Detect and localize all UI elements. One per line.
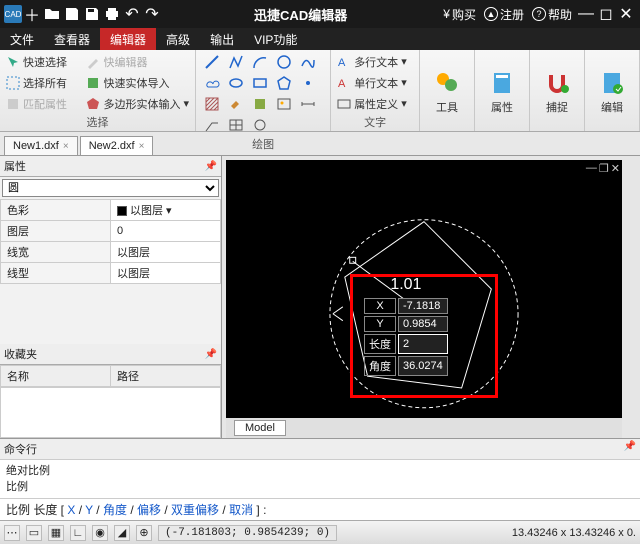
- drawing-canvas[interactable]: —❐✕ 1.01 X-7.1818Y0.9854长度2角度36.0274: [226, 160, 622, 418]
- prompt-option[interactable]: X: [67, 503, 75, 517]
- polyline-tool-icon[interactable]: [226, 52, 246, 72]
- ribbon: 快速选择 选择所有 匹配属性 快编辑器 快速实体导入 多边形实体输入▾ 选择: [0, 50, 640, 132]
- svg-text:A: A: [338, 57, 346, 69]
- cloud-tool-icon[interactable]: [202, 73, 222, 93]
- undo-icon[interactable]: ↶: [122, 4, 142, 24]
- minimize-icon[interactable]: —: [576, 4, 596, 24]
- print-icon[interactable]: [102, 4, 122, 24]
- command-line: 比例: [6, 478, 634, 494]
- app-logo: CAD: [4, 5, 22, 23]
- rect-tool-icon[interactable]: [250, 73, 270, 93]
- pin-icon[interactable]: 📌: [624, 441, 636, 457]
- svg-text:A: A: [338, 78, 346, 90]
- menu-bar: 文件查看器编辑器高级输出VIP功能: [0, 28, 640, 50]
- close-icon[interactable]: ✕: [616, 4, 636, 24]
- register-button[interactable]: ▲注册: [484, 6, 524, 23]
- menu-编辑器[interactable]: 编辑器: [100, 28, 156, 50]
- properties-button[interactable]: 属性: [481, 52, 523, 131]
- circle-tool-icon[interactable]: [274, 52, 294, 72]
- polygon-tool-icon[interactable]: [274, 73, 294, 93]
- open-icon[interactable]: [42, 4, 62, 24]
- title-bar: CAD ＋ ↶ ↷ 迅捷CAD编辑器 ¥购买 ▲注册 ?帮助 — ◻ ✕: [0, 0, 640, 28]
- prompt-option[interactable]: 取消: [229, 503, 253, 517]
- file-tab[interactable]: New1.dxf×: [4, 136, 78, 155]
- status-bar: ⋯ ▭ ▦ ∟ ◉ ◢ ⊕ (-7.181803; 0.9854239; 0) …: [0, 520, 640, 544]
- snap-button[interactable]: 捕捉: [536, 52, 578, 131]
- edit-button[interactable]: 编辑: [591, 52, 633, 131]
- prompt-option[interactable]: 偏移: [137, 503, 161, 517]
- properties-panel-header: 属性📌: [0, 156, 221, 177]
- paint-tool-icon[interactable]: [226, 94, 246, 114]
- mtext-button[interactable]: A多行文本▾: [337, 54, 407, 70]
- attrdef-button[interactable]: 属性定义▾: [337, 96, 407, 112]
- file-tab[interactable]: New2.dxf×: [80, 136, 154, 155]
- ribbon-group-text: 文字: [337, 113, 413, 131]
- prompt-option[interactable]: 角度: [103, 503, 127, 517]
- prompt-option[interactable]: Y: [85, 503, 93, 517]
- model-tab[interactable]: Model: [234, 420, 286, 436]
- menu-输出[interactable]: 输出: [200, 28, 244, 50]
- property-row[interactable]: 色彩以图层 ▾: [1, 200, 221, 221]
- pin-icon[interactable]: 📌: [205, 349, 217, 360]
- help-button[interactable]: ?帮助: [532, 6, 572, 23]
- quick-edit-button: 快编辑器: [86, 54, 189, 70]
- redo-icon[interactable]: ↷: [142, 4, 162, 24]
- coord-title: 1.01: [362, 276, 450, 294]
- property-row[interactable]: 图层0: [1, 221, 221, 242]
- pin-icon[interactable]: 📌: [205, 161, 217, 172]
- favorites-table: 名称路径: [0, 365, 221, 387]
- table-tool-icon[interactable]: [226, 115, 246, 135]
- image-tool-icon[interactable]: [274, 94, 294, 114]
- leader-tool-icon[interactable]: [202, 115, 222, 135]
- buy-button[interactable]: ¥购买: [443, 6, 476, 23]
- command-line: 绝对比例: [6, 462, 634, 478]
- match-props-button: 匹配属性: [6, 96, 86, 112]
- quick-import-button[interactable]: 快速实体导入: [86, 75, 189, 91]
- polygon-input-button[interactable]: 多边形实体输入▾: [86, 96, 189, 112]
- point-tool-icon[interactable]: [298, 73, 318, 93]
- maximize-icon[interactable]: ◻: [596, 4, 616, 24]
- prompt-option[interactable]: 双重偏移: [171, 503, 219, 517]
- arc-tool-icon[interactable]: [250, 52, 270, 72]
- command-area: 命令行 📌 绝对比例比例: [0, 438, 640, 498]
- ribbon-group-draw: 绘图: [202, 135, 324, 153]
- app-title: 迅捷CAD编辑器: [162, 5, 439, 24]
- command-title: 命令行: [4, 441, 37, 457]
- favorites-header: 收藏夹📌: [0, 344, 221, 365]
- property-row[interactable]: 线型以图层: [1, 263, 221, 284]
- spline-tool-icon[interactable]: [298, 52, 318, 72]
- select-all-button[interactable]: 选择所有: [6, 75, 86, 91]
- command-prompt[interactable]: 比例 长度 [ X / Y / 角度 / 偏移 / 双重偏移 / 取消 ] :: [0, 498, 640, 520]
- object-type-select[interactable]: 圆: [2, 179, 219, 197]
- new-icon[interactable]: ＋: [22, 4, 42, 24]
- tab-close-icon[interactable]: ×: [139, 141, 145, 152]
- menu-查看器[interactable]: 查看器: [44, 28, 100, 50]
- dim-tool-icon[interactable]: [298, 94, 318, 114]
- left-panel: 属性📌 圆 色彩以图层 ▾图层0 线宽以图层 线型以图层 收藏夹📌 名称路径: [0, 156, 222, 438]
- properties-table: 色彩以图层 ▾图层0 线宽以图层 线型以图层: [0, 199, 221, 284]
- menu-高级[interactable]: 高级: [156, 28, 200, 50]
- misc-tool-icon[interactable]: [250, 115, 270, 135]
- block-tool-icon[interactable]: [250, 94, 270, 114]
- tools-button[interactable]: 工具: [426, 52, 468, 131]
- ellipse-tool-icon[interactable]: [226, 73, 246, 93]
- line-tool-icon[interactable]: [202, 52, 222, 72]
- tab-close-icon[interactable]: ×: [63, 141, 69, 152]
- menu-VIP功能[interactable]: VIP功能: [244, 28, 307, 50]
- save-icon[interactable]: [62, 4, 82, 24]
- stext-button[interactable]: A单行文本▾: [337, 75, 407, 91]
- coordinate-input[interactable]: 1.01 X-7.1818Y0.9854长度2角度36.0274: [362, 276, 450, 378]
- menu-文件[interactable]: 文件: [0, 28, 44, 50]
- ribbon-group-select: 选择: [6, 113, 189, 131]
- model-tab-bar: Model: [226, 418, 622, 438]
- quick-select-button[interactable]: 快速选择: [6, 54, 86, 70]
- saveas-icon[interactable]: [82, 4, 102, 24]
- canvas-area: —❐✕ 1.01 X-7.1818Y0.9854长度2角度36.0274 Mod…: [222, 156, 640, 438]
- property-row[interactable]: 线宽以图层: [1, 242, 221, 263]
- hatch-tool-icon[interactable]: [202, 94, 222, 114]
